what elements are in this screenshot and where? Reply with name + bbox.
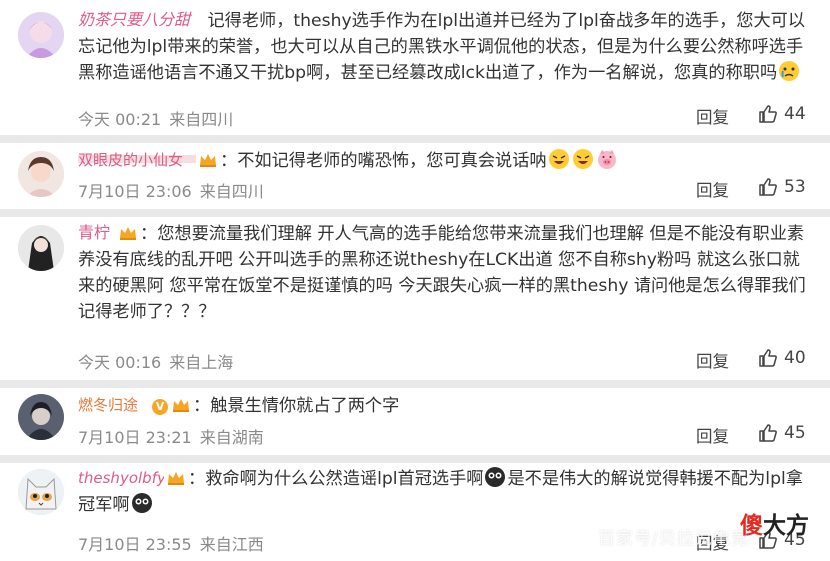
brand-char: 傻	[740, 513, 763, 539]
thumbs-up-icon	[759, 349, 777, 367]
timestamp: 7月10日 23:21	[78, 428, 192, 447]
colon: ：	[193, 396, 211, 416]
svg-text:青柠: 青柠	[78, 223, 110, 242]
comment-text: 燃冬归途 V ：触景生情你就占了两个字	[78, 393, 816, 419]
thumbs-up-icon	[759, 178, 777, 196]
brand-logo: 傻大方	[740, 506, 826, 540]
location: 来自四川	[199, 182, 264, 201]
black-face-emoji-icon	[485, 467, 506, 487]
black-face-emoji-icon	[131, 493, 152, 513]
comment-text: theshyolbfyy ：救命啊为什么公然造谣lpl首冠选手啊是不是伟大的解说…	[78, 466, 816, 518]
comment-text: 奶茶只要八分甜 记得老师，theshy选手作为在lpl出道并已经为了lpl奋战多…	[78, 8, 816, 86]
location: 来自湖南	[199, 428, 264, 447]
brand-text: 大方	[763, 513, 809, 539]
svg-text:theshyolbfyy: theshyolbfyy	[78, 469, 164, 487]
like-button[interactable]: 40	[758, 348, 806, 368]
username-image[interactable]: 青柠	[78, 222, 116, 242]
comment-content: 救命啊为什么公然造谣lpl首冠选手啊	[205, 469, 484, 489]
location: 来自四川	[169, 110, 234, 129]
svg-text:奶茶只要八分甜: 奶茶只要八分甜	[78, 10, 192, 29]
timestamp: 7月10日 23:06	[78, 182, 192, 201]
comment-item: 奶茶只要八分甜 记得老师，theshy选手作为在lpl出道并已经为了lpl奋战多…	[0, 0, 830, 135]
like-count: 53	[784, 177, 806, 197]
username-image[interactable]: 奶茶只要八分甜	[78, 9, 200, 29]
timestamp: 7月10日 23:55	[78, 535, 192, 554]
comment-meta: 今天 00:21 来自四川	[78, 106, 233, 130]
timestamp: 今天 00:21	[78, 110, 162, 129]
colon: ：	[140, 224, 158, 244]
timestamp: 今天 00:16	[78, 353, 162, 372]
watermark-text: 百家号/贝拉说电竞	[598, 529, 749, 549]
like-count: 44	[784, 104, 806, 124]
reply-button[interactable]: 回复	[696, 348, 729, 372]
comment-item: 双眼皮的小仙女 ：不如记得老师的嘴恐怖，您可真会说话呐 7月10日 23:06 来…	[0, 143, 830, 209]
avatar[interactable]	[18, 12, 64, 58]
username-image[interactable]: 双眼皮的小仙女	[78, 149, 196, 169]
svg-text:双眼皮的小仙女: 双眼皮的小仙女	[78, 151, 183, 169]
comment-text: 双眼皮的小仙女 ：不如记得老师的嘴恐怖，您可真会说话呐	[78, 148, 816, 174]
comment-feed: 奶茶只要八分甜 记得老师，theshy选手作为在lpl出道并已经为了lpl奋战多…	[0, 0, 830, 561]
reply-button[interactable]: 回复	[696, 423, 729, 447]
like-button[interactable]: 45	[758, 423, 806, 443]
verified-v-icon: V	[152, 399, 168, 415]
colon: ：	[188, 469, 206, 489]
pig-emoji-icon	[597, 150, 616, 169]
like-button[interactable]: 53	[758, 177, 806, 197]
avatar[interactable]	[18, 469, 64, 515]
comment-content: 触景生情你就占了两个字	[210, 396, 400, 416]
comment-meta: 7月10日 23:21 来自湖南	[78, 424, 264, 448]
crown-badge-icon	[168, 472, 184, 485]
comment-content: 您想要流量我们理解 开人气高的选手能给您带来流量我们也理解 但是不能没有职业素养…	[78, 224, 806, 322]
avatar[interactable]	[18, 225, 64, 271]
crown-badge-icon	[200, 154, 216, 167]
location: 来自江西	[199, 535, 264, 554]
comment-item: 青柠 ：您想要流量我们理解 开人气高的选手能给您带来流量我们也理解 但是不能没有…	[0, 217, 830, 380]
username-image[interactable]: 燃冬归途	[78, 394, 150, 414]
laughing-emoji-icon	[572, 149, 593, 169]
thumbs-up-icon	[759, 105, 777, 123]
crying-emoji-icon	[779, 61, 800, 81]
crown-badge-icon	[120, 227, 136, 240]
comment-item: 燃冬归途 V ：触景生情你就占了两个字 7月10日 23:21 来自湖南 回复 45	[0, 388, 830, 455]
like-count: 45	[784, 423, 806, 443]
crown-badge-icon	[173, 399, 189, 412]
comment-meta: 7月10日 23:06 来自四川	[78, 178, 264, 202]
location: 来自上海	[169, 353, 234, 372]
reply-button[interactable]: 回复	[696, 104, 729, 128]
comment-meta: 7月10日 23:55 来自江西	[78, 531, 264, 555]
comment-meta: 今天 00:16 来自上海	[78, 349, 233, 373]
thumbs-up-icon	[759, 424, 777, 442]
avatar[interactable]	[18, 151, 64, 197]
reply-button[interactable]: 回复	[696, 177, 729, 201]
comment-text: 青柠 ：您想要流量我们理解 开人气高的选手能给您带来流量我们也理解 但是不能没有…	[78, 221, 816, 325]
like-count: 40	[784, 348, 806, 368]
like-button[interactable]: 44	[758, 104, 806, 124]
colon: ：	[220, 151, 238, 171]
comment-content: 不如记得老师的嘴恐怖，您可真会说话呐	[237, 151, 547, 171]
laughing-emoji-icon	[548, 149, 569, 169]
avatar[interactable]	[18, 394, 64, 440]
username-image[interactable]: theshyolbfyy	[78, 467, 164, 487]
svg-text:燃冬归途: 燃冬归途	[78, 396, 138, 414]
